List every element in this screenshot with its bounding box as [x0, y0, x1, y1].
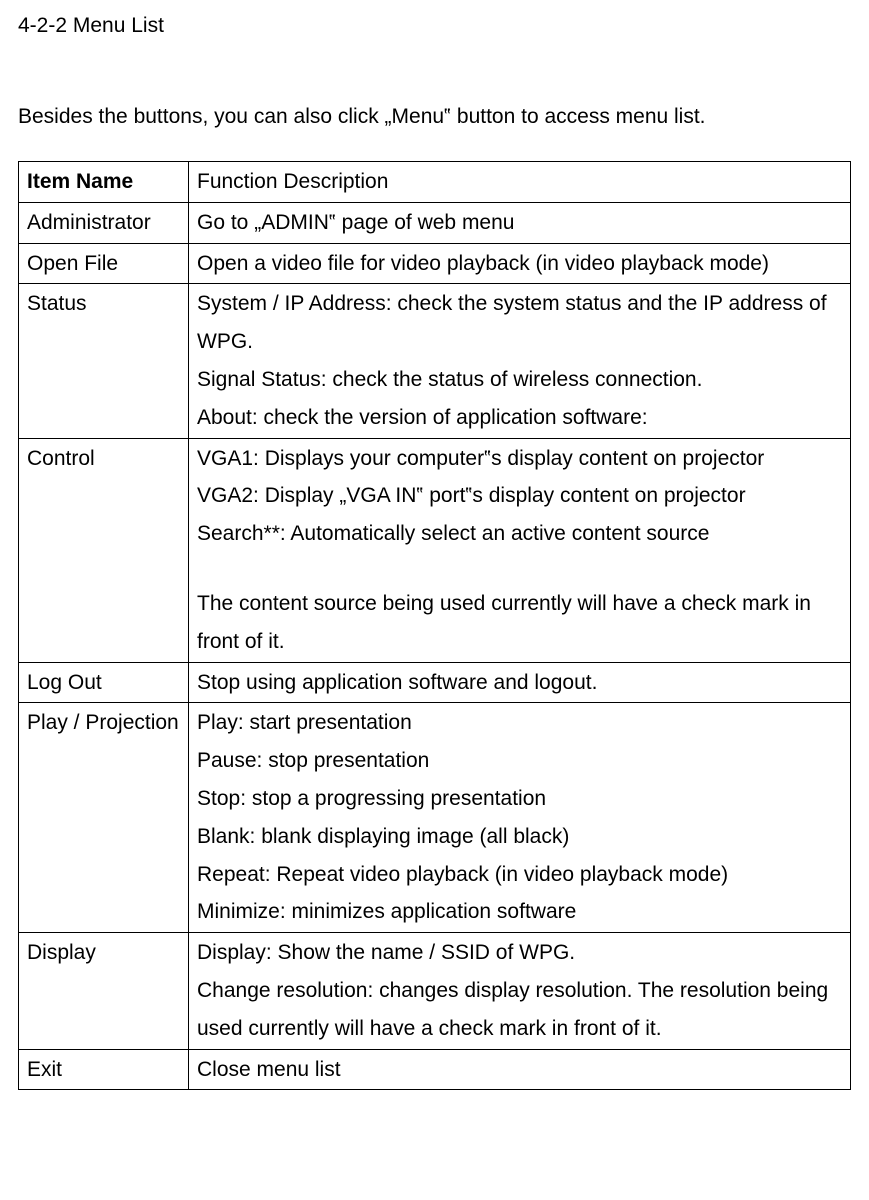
- item-name: Open File: [19, 243, 189, 284]
- section-heading: 4-2-2 Menu List: [18, 10, 851, 43]
- table-row: Play / Projection Play: start presentati…: [19, 703, 851, 933]
- desc-line: About: check the version of application …: [197, 406, 648, 429]
- item-desc: Open a video file for video playback (in…: [189, 243, 851, 284]
- table-row: Control VGA1: Displays your computer‟s d…: [19, 438, 851, 662]
- desc-line: Search**: Automatically select an active…: [197, 522, 709, 545]
- desc-line: Pause: stop presentation: [197, 749, 429, 772]
- desc-line: Signal Status: check the status of wirel…: [197, 368, 702, 391]
- item-name: Administrator: [19, 202, 189, 243]
- menu-table: Item Name Function Description Administr…: [18, 161, 851, 1090]
- table-row: Exit Close menu list: [19, 1049, 851, 1090]
- table-row: Log Out Stop using application software …: [19, 662, 851, 703]
- item-desc: Play: start presentation Pause: stop pre…: [189, 703, 851, 933]
- table-header-row: Item Name Function Description: [19, 162, 851, 203]
- item-name: Play / Projection: [19, 703, 189, 933]
- desc-line: VGA1: Displays your computer‟s display c…: [197, 447, 764, 470]
- item-desc: Display: Show the name / SSID of WPG. Ch…: [189, 933, 851, 1049]
- item-name: Control: [19, 438, 189, 662]
- item-name: Status: [19, 284, 189, 438]
- desc-line: VGA2: Display „VGA IN‟ port‟s display co…: [197, 484, 746, 507]
- desc-line: System / IP Address: check the system st…: [197, 292, 827, 353]
- blank-line: [197, 553, 842, 585]
- item-desc: Stop using application software and logo…: [189, 662, 851, 703]
- item-name: Display: [19, 933, 189, 1049]
- item-name: Log Out: [19, 662, 189, 703]
- item-name: Exit: [19, 1049, 189, 1090]
- item-desc: Go to „ADMIN‟ page of web menu: [189, 202, 851, 243]
- desc-line: Blank: blank displaying image (all black…: [197, 825, 569, 848]
- desc-line: The content source being used currently …: [197, 592, 811, 653]
- table-row: Status System / IP Address: check the sy…: [19, 284, 851, 438]
- desc-line: Display: Show the name / SSID of WPG.: [197, 941, 575, 964]
- intro-text: Besides the buttons, you can also click …: [18, 101, 851, 134]
- table-row: Display Display: Show the name / SSID of…: [19, 933, 851, 1049]
- item-desc: VGA1: Displays your computer‟s display c…: [189, 438, 851, 662]
- header-desc: Function Description: [189, 162, 851, 203]
- desc-line: Play: start presentation: [197, 711, 412, 734]
- desc-line: Minimize: minimizes application software: [197, 900, 576, 923]
- desc-line: Change resolution: changes display resol…: [197, 979, 828, 1040]
- item-desc: System / IP Address: check the system st…: [189, 284, 851, 438]
- desc-line: Repeat: Repeat video playback (in video …: [197, 863, 728, 886]
- item-desc: Close menu list: [189, 1049, 851, 1090]
- desc-line: Stop: stop a progressing presentation: [197, 787, 546, 810]
- table-row: Open File Open a video file for video pl…: [19, 243, 851, 284]
- table-row: Administrator Go to „ADMIN‟ page of web …: [19, 202, 851, 243]
- header-item-name: Item Name: [19, 162, 189, 203]
